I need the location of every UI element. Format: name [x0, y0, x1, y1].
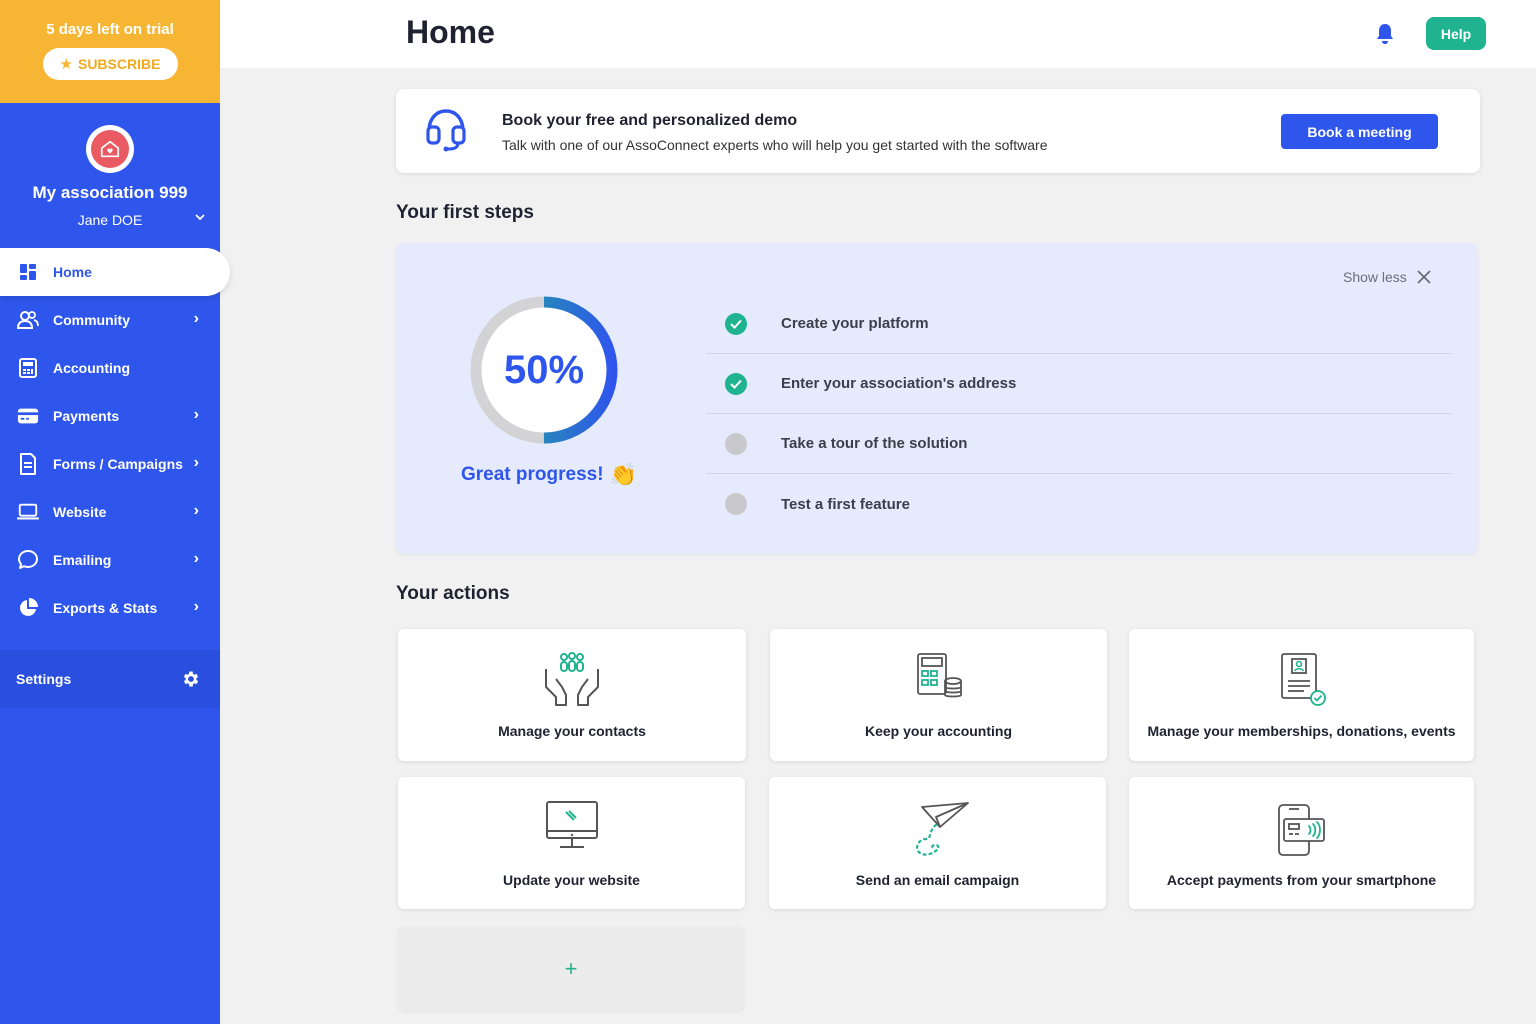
notification-bell-icon[interactable]	[1374, 22, 1396, 46]
sidebar: 5 days left on trial ★ SUBSCRIBE My asso…	[0, 0, 230, 1024]
sidebar-item-label: Exports & Stats	[53, 600, 158, 616]
hands-people-icon	[545, 652, 599, 706]
monitor-icon	[545, 801, 598, 848]
progress-percent: 50%	[503, 347, 585, 392]
users-icon	[17, 309, 39, 331]
demo-subtitle: Talk with one of our AssoConnect experts…	[502, 137, 1048, 153]
chevron-right-icon: ›	[193, 310, 199, 327]
pie-chart-icon	[17, 597, 39, 619]
headset-icon	[426, 109, 466, 152]
clapping-hands-icon: 👏	[609, 462, 637, 487]
membership-document-icon	[1280, 653, 1326, 706]
credit-card-icon	[17, 405, 39, 427]
sidebar-item-home[interactable]: Home	[0, 248, 230, 296]
step-list: Create your platform Enter your associat…	[706, 294, 1452, 534]
chevron-right-icon: ›	[193, 502, 199, 519]
step-label: Enter your association's address	[781, 375, 1017, 392]
step-label: Test a first feature	[781, 495, 910, 513]
plus-icon: +	[564, 956, 578, 981]
calculator-icon	[17, 357, 39, 379]
pending-dot-icon	[725, 493, 747, 515]
step-item[interactable]: Create your platform	[706, 294, 1452, 354]
sidebar-item-label: Emailing	[53, 552, 112, 568]
progress-message-text: Great progress!	[461, 464, 604, 485]
sidebar-item-forms-campaigns[interactable]: Forms / Campaigns ›	[0, 440, 220, 488]
action-card-label: Keep your accounting	[864, 723, 1013, 739]
gear-icon	[183, 671, 199, 687]
sidebar-item-settings[interactable]: Settings	[0, 650, 220, 708]
action-card-label: Update your website	[503, 872, 640, 888]
action-card-website[interactable]: Update your website	[398, 777, 745, 909]
association-logo	[86, 125, 134, 173]
paper-plane-icon	[915, 802, 969, 856]
step-label: Take a tour of the solution	[781, 435, 968, 452]
step-label: Create your platform	[781, 315, 929, 332]
action-card-contacts[interactable]: Manage your contacts	[398, 629, 746, 761]
sidebar-item-label: Accounting	[53, 360, 130, 376]
chat-bubble-icon	[17, 549, 39, 571]
dashboard-icon	[17, 261, 39, 283]
subscribe-label: SUBSCRIBE	[77, 56, 161, 72]
sidebar-item-label: Forms / Campaigns	[53, 456, 183, 472]
action-card-accounting[interactable]: Keep your accounting	[770, 629, 1107, 761]
subscribe-button[interactable]: ★ SUBSCRIBE	[42, 48, 178, 80]
step-item[interactable]: Take a tour of the solution	[706, 414, 1452, 474]
close-icon	[1417, 270, 1431, 284]
actions-heading: Your actions	[396, 583, 510, 604]
add-action-card[interactable]: +	[398, 927, 744, 1011]
chevron-right-icon: ›	[193, 406, 199, 423]
trial-text: 5 days left on trial	[46, 21, 174, 38]
star-icon: ★	[59, 56, 73, 73]
laptop-icon	[17, 501, 39, 523]
check-icon	[725, 312, 747, 335]
check-icon	[725, 372, 747, 395]
book-meeting-button[interactable]: Book a meeting	[1281, 114, 1438, 149]
demo-banner: Book your free and personalized demo Tal…	[396, 89, 1480, 173]
action-card-label: Send an email campaign	[855, 872, 1020, 888]
show-less-button[interactable]: Show less	[1343, 269, 1431, 285]
sidebar-item-label: Payments	[53, 408, 120, 424]
step-item[interactable]: Test a first feature	[706, 474, 1452, 534]
show-less-label: Show less	[1343, 269, 1407, 285]
sidebar-item-accounting[interactable]: Accounting	[0, 344, 220, 392]
chevron-down-icon[interactable]	[194, 211, 206, 223]
house-heart-icon	[100, 140, 120, 158]
action-card-email[interactable]: Send an email campaign	[769, 777, 1106, 909]
action-card-label: Accept payments from your smartphone	[1166, 872, 1437, 888]
first-steps-panel: 50% Great progress! 👏 Show less Create y…	[396, 243, 1478, 554]
first-steps-heading: Your first steps	[396, 202, 534, 223]
action-card-memberships[interactable]: Manage your memberships, donations, even…	[1129, 629, 1474, 761]
sidebar-item-exports-stats[interactable]: Exports & Stats ›	[0, 584, 220, 632]
page-title: Home	[406, 14, 495, 50]
smartphone-payment-icon	[1277, 804, 1325, 856]
calculator-coins-icon	[916, 653, 962, 698]
sidebar-item-label: Community	[53, 312, 130, 328]
step-item[interactable]: Enter your association's address	[706, 354, 1452, 414]
sidebar-nav: Home Community › Accounting Payments › F…	[0, 248, 230, 632]
chevron-right-icon: ›	[193, 454, 199, 471]
association-name: My association 999	[32, 183, 188, 202]
chevron-right-icon: ›	[193, 598, 199, 615]
settings-label: Settings	[16, 671, 72, 687]
trial-banner: 5 days left on trial ★ SUBSCRIBE	[0, 0, 220, 103]
demo-title: Book your free and personalized demo	[502, 112, 798, 129]
help-button[interactable]: Help	[1426, 17, 1486, 50]
progress-message: Great progress! 👏	[461, 462, 637, 488]
action-card-label: Manage your contacts	[498, 723, 646, 739]
chevron-right-icon: ›	[193, 550, 199, 567]
document-icon	[17, 453, 39, 475]
action-card-payments[interactable]: Accept payments from your smartphone	[1129, 777, 1474, 909]
top-header: Home Help	[220, 0, 1536, 68]
association-switcher[interactable]: My association 999 Jane DOE	[0, 103, 220, 248]
sidebar-item-website[interactable]: Website ›	[0, 488, 220, 536]
sidebar-item-community[interactable]: Community ›	[0, 296, 220, 344]
pending-dot-icon	[725, 432, 747, 455]
sidebar-item-label: Website	[53, 504, 107, 520]
sidebar-item-payments[interactable]: Payments ›	[0, 392, 220, 440]
user-name: Jane DOE	[77, 212, 143, 228]
action-card-label: Manage your memberships, donations, even…	[1147, 723, 1456, 739]
sidebar-item-emailing[interactable]: Emailing ›	[0, 536, 220, 584]
sidebar-item-label: Home	[53, 264, 92, 280]
